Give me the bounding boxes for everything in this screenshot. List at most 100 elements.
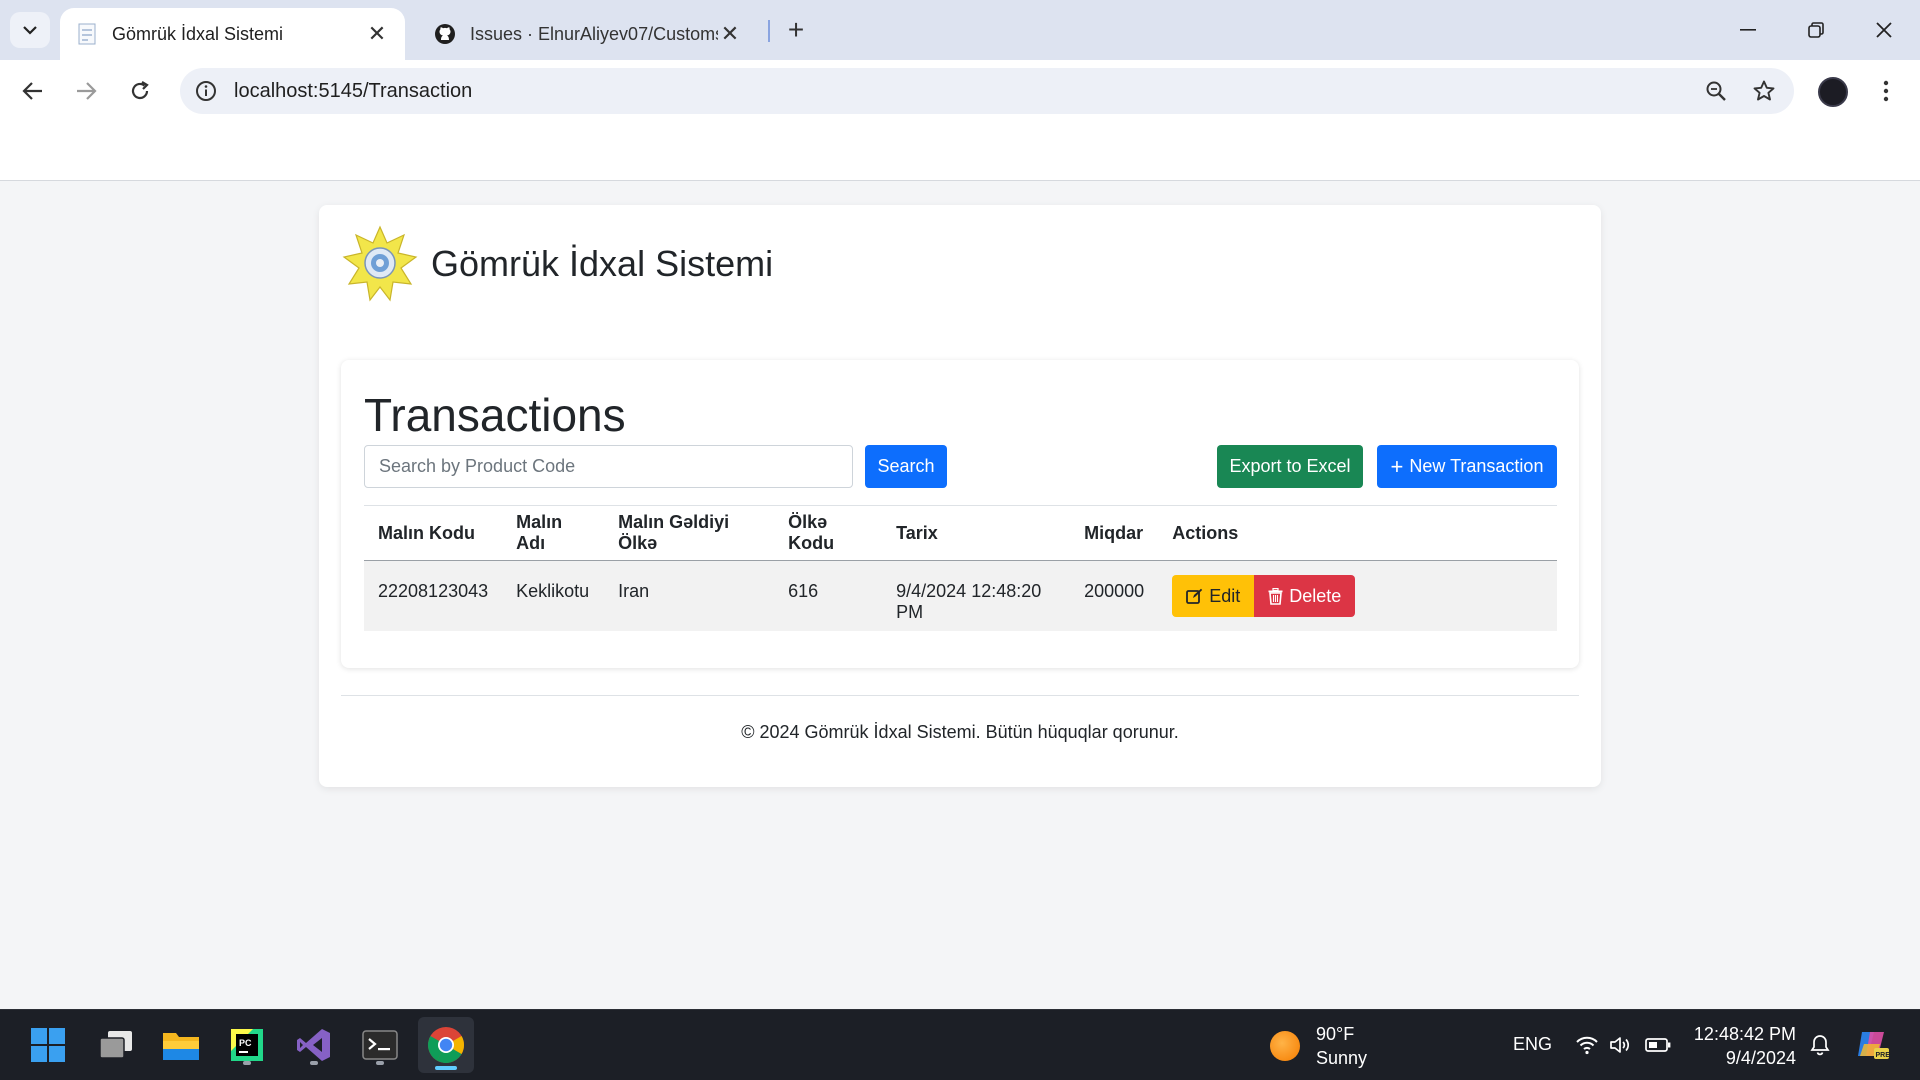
cell-date: 9/4/2024 12:48:20 PM	[896, 581, 1042, 622]
running-indicator	[310, 1061, 318, 1065]
start-button[interactable]	[25, 1022, 71, 1068]
copilot-button[interactable]: PRE	[1852, 1024, 1892, 1064]
browser-toolbar: localhost:5145/Transaction	[0, 60, 1920, 122]
back-arrow-icon	[22, 82, 42, 100]
pycharm-icon: PC	[231, 1029, 263, 1061]
page-favicon-icon	[76, 23, 98, 45]
bookmark-star-icon[interactable]	[1746, 73, 1782, 109]
delete-button[interactable]: Delete	[1254, 575, 1356, 617]
folder-icon	[163, 1033, 199, 1060]
weather-widget[interactable]: 90°F Sunny	[1270, 1022, 1367, 1070]
cell-origin-country: Iran	[618, 581, 650, 601]
terminal-button[interactable]	[357, 1022, 403, 1068]
clock-time: 12:48:42 PM	[1693, 1024, 1796, 1044]
system-clock[interactable]: 12:48:42 PM 9/4/2024	[1690, 1022, 1796, 1070]
speaker-icon	[1610, 1037, 1630, 1053]
cell-product-code: 22208123043	[378, 581, 489, 601]
windows-start-icon	[31, 1028, 65, 1062]
file-explorer-button[interactable]	[158, 1022, 204, 1068]
svg-text:PRE: PRE	[1876, 1052, 1891, 1059]
language-indicator[interactable]: ENG	[1513, 1034, 1552, 1055]
forward-button[interactable]	[68, 73, 104, 109]
site-info-icon[interactable]	[192, 77, 220, 105]
minimize-button[interactable]	[1728, 12, 1768, 48]
tab-title: Gömrük İdxal Sistemi	[112, 23, 284, 44]
cell-quantity: 200000	[1084, 581, 1145, 601]
edit-button[interactable]: Edit	[1172, 575, 1255, 617]
copilot-icon: PRE	[1858, 1032, 1891, 1059]
restore-button[interactable]	[1796, 12, 1836, 48]
volume-button[interactable]	[1608, 1032, 1634, 1058]
footer-copyright: © 2024 Gömrük İdxal Sistemi. Bütün hüquq…	[741, 722, 1179, 742]
battery-button[interactable]	[1644, 1032, 1672, 1058]
zoom-icon[interactable]	[1698, 73, 1734, 109]
terminal-icon	[362, 1030, 398, 1060]
visual-studio-icon	[297, 1029, 330, 1061]
notifications-button[interactable]	[1806, 1031, 1834, 1059]
forward-arrow-icon	[77, 82, 97, 100]
column-header-origin-country: Malın Gəldiyi Ölkə	[618, 512, 730, 553]
new-transaction-label: New Transaction	[1409, 456, 1544, 476]
windows-taskbar: PC 90°F Sunny ENG 12:48:42 PM 9/4/2024 P…	[0, 1009, 1920, 1080]
github-icon	[434, 23, 456, 45]
wifi-button[interactable]	[1574, 1032, 1600, 1058]
export-excel-button[interactable]: Export to Excel	[1217, 445, 1363, 488]
edit-label: Edit	[1209, 585, 1241, 606]
svg-text:PC: PC	[239, 1038, 252, 1048]
column-header-actions: Actions	[1172, 522, 1239, 543]
page-navbar	[0, 122, 1920, 181]
address-bar[interactable]: localhost:5145/Transaction	[180, 68, 1794, 114]
new-tab-button[interactable]: +	[780, 14, 812, 46]
chrome-button[interactable]	[418, 1017, 474, 1073]
search-input[interactable]	[364, 445, 853, 488]
pycharm-button[interactable]: PC	[224, 1022, 270, 1068]
search-button[interactable]: Search	[865, 445, 947, 488]
brand-title: Gömrük İdxal Sistemi	[431, 243, 774, 284]
url-text[interactable]: localhost:5145/Transaction	[234, 80, 1698, 103]
task-view-button[interactable]	[93, 1022, 139, 1068]
weather-temperature: 90°F	[1316, 1024, 1355, 1044]
close-tab-icon[interactable]: ✕	[365, 21, 389, 46]
back-button[interactable]	[15, 73, 51, 109]
browser-tab-bar: Gömrük İdxal Sistemi ✕ Issues · ElnurAli…	[0, 0, 1920, 60]
column-header-product-name: Malın Adı	[516, 512, 563, 553]
weather-condition: Sunny	[1316, 1048, 1368, 1068]
brand-header: Gömrük İdxal Sistemi	[341, 225, 773, 303]
close-tab-icon[interactable]: ✕	[718, 21, 742, 46]
sun-icon	[1270, 1031, 1300, 1061]
tab-separator	[768, 20, 770, 42]
close-icon	[1876, 22, 1892, 38]
column-header-quantity: Miqdar	[1084, 522, 1144, 543]
cell-product-name: Keklikotu	[516, 581, 590, 601]
visual-studio-button[interactable]	[291, 1022, 337, 1068]
plus-icon: +	[1390, 453, 1404, 479]
clock-date: 9/4/2024	[1725, 1048, 1796, 1068]
reload-icon	[131, 81, 149, 100]
tab-search-button[interactable]	[10, 12, 50, 48]
column-header-product-code: Malın Kodu	[378, 522, 475, 543]
edit-icon	[1186, 588, 1203, 605]
footer-divider	[341, 695, 1579, 696]
more-vertical-icon	[1883, 80, 1889, 102]
tab-github-issues[interactable]: Issues · ElnurAliyev07/CustomsT ✕	[418, 8, 758, 60]
tab-title: Issues · ElnurAliyev07/CustomsT	[470, 23, 718, 44]
minimize-icon	[1740, 29, 1756, 31]
new-transaction-button[interactable]: + New Transaction	[1377, 445, 1557, 488]
main-container: Gömrük İdxal Sistemi Transactions Search…	[319, 205, 1601, 787]
chevron-down-icon	[23, 26, 37, 35]
battery-icon	[1645, 1038, 1671, 1052]
tab-customs-system[interactable]: Gömrük İdxal Sistemi ✕	[60, 8, 405, 60]
browser-menu-button[interactable]	[1872, 73, 1900, 109]
trash-icon	[1268, 587, 1283, 605]
close-window-button[interactable]	[1864, 12, 1904, 48]
column-header-country-code: Ölkə Kodu	[788, 512, 835, 553]
cell-actions: Edit Delete	[1158, 561, 1557, 631]
column-header-date: Tarix	[896, 522, 938, 543]
notification-bell-icon	[1810, 1035, 1830, 1056]
table-header-row: Malın Kodu Malın Adı Malın Gəldiyi Ölkə …	[364, 505, 1557, 561]
restore-icon	[1808, 22, 1824, 38]
page-title: Transactions	[364, 389, 626, 441]
reload-button[interactable]	[122, 73, 158, 109]
profile-avatar[interactable]	[1818, 77, 1848, 107]
table-row: 22208123043 Keklikotu Iran 616 9/4/2024 …	[364, 560, 1557, 631]
